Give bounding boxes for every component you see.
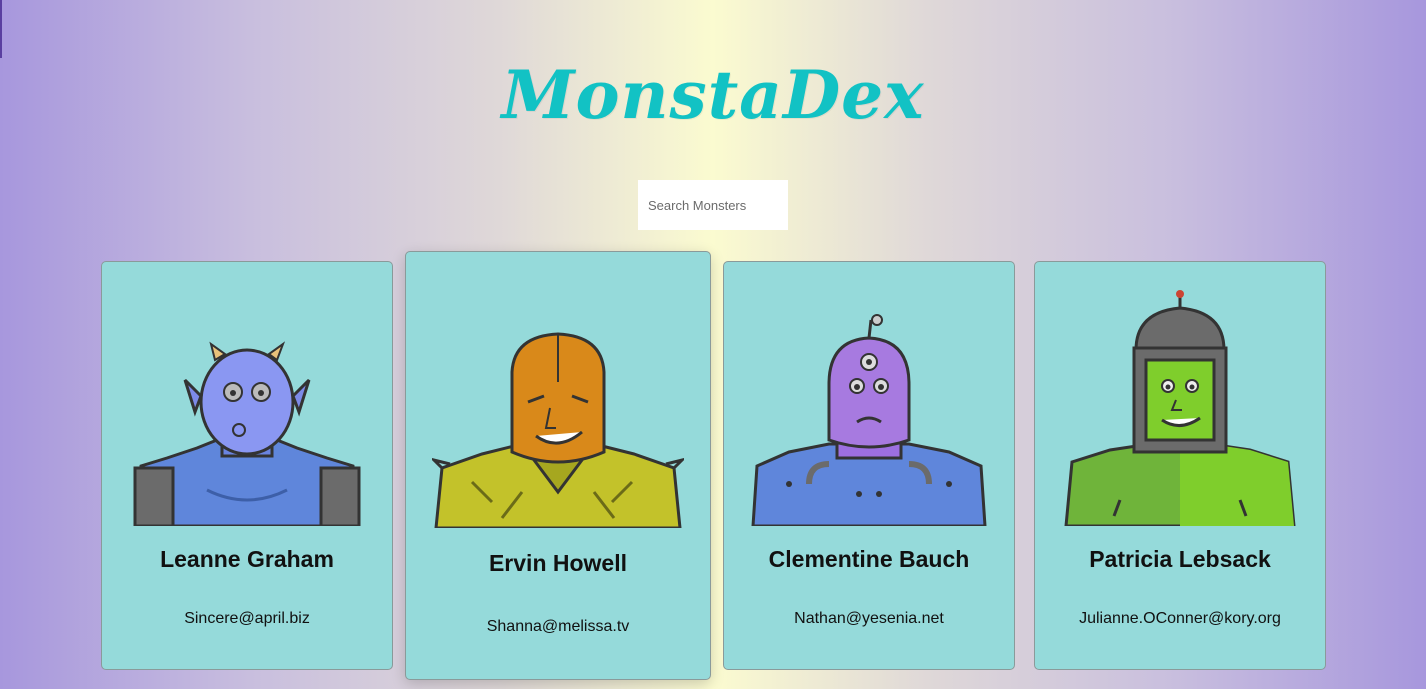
monster-card[interactable]: Leanne Graham Sincere@april.biz bbox=[101, 261, 393, 670]
monster-name: Patricia Lebsack bbox=[1089, 546, 1271, 572]
monster-email: Nathan@yesenia.net bbox=[794, 610, 944, 627]
monster-name: Leanne Graham bbox=[160, 546, 334, 572]
search-input[interactable] bbox=[638, 180, 788, 230]
monster-purple-cyclops-avatar bbox=[724, 314, 1014, 526]
monster-card[interactable]: Patricia Lebsack Julianne.OConner@kory.o… bbox=[1034, 261, 1326, 670]
monster-name: Ervin Howell bbox=[488, 550, 628, 576]
monster-email: Julianne.OConner@kory.org bbox=[1079, 610, 1281, 627]
monster-email: Shanna@melissa.tv bbox=[486, 618, 630, 635]
monster-card[interactable]: Clementine Bauch Nathan@yesenia.net bbox=[723, 261, 1015, 670]
monster-blue-horned-avatar bbox=[102, 340, 392, 526]
monster-name: Clementine Bauch bbox=[768, 546, 970, 572]
monster-card[interactable]: Ervin Howell Shanna@melissa.tv bbox=[405, 251, 711, 680]
monster-email: Sincere@april.biz bbox=[184, 610, 310, 627]
app-title: MonstaDex bbox=[501, 56, 925, 135]
monster-orange-helmet-avatar bbox=[406, 332, 710, 528]
monster-green-robot-avatar bbox=[1035, 290, 1325, 526]
window-edge bbox=[0, 0, 2, 58]
